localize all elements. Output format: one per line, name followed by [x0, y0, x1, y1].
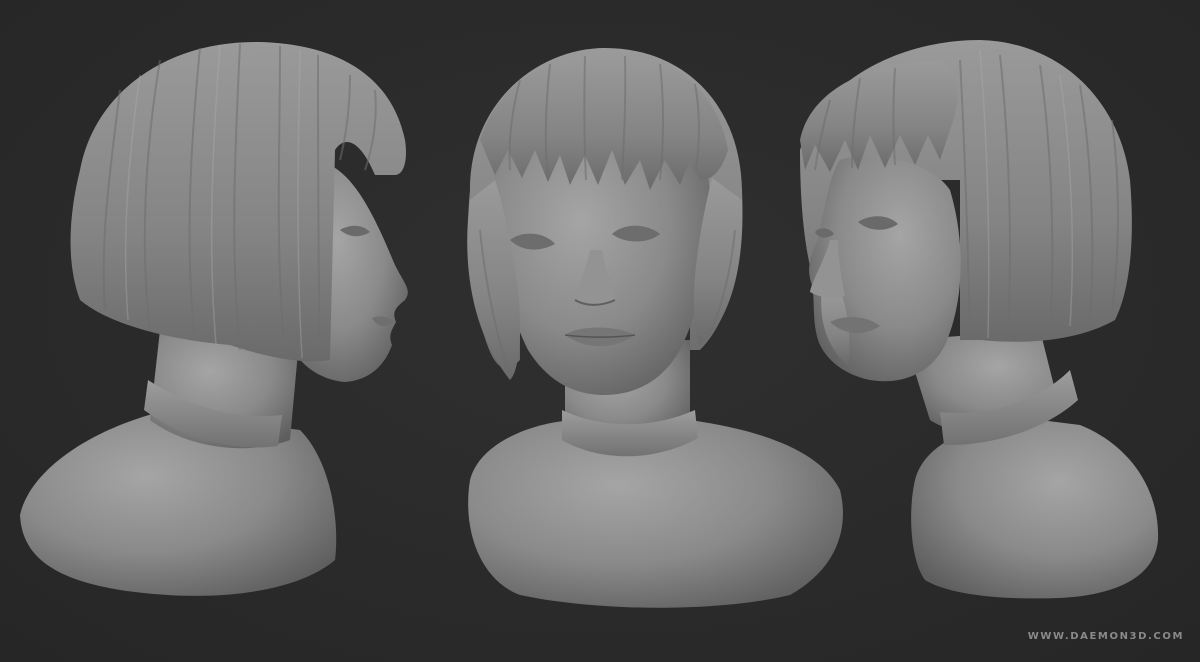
- bust-left-profile: [20, 41, 408, 596]
- bust-front: [467, 48, 843, 608]
- watermark: WWW.DAEMON3D.COM: [1027, 631, 1184, 642]
- bust-right-three-quarter: [800, 40, 1159, 599]
- sculpt-render: [20, 40, 1159, 608]
- render-canvas: WWW.DAEMON3D.COM: [0, 0, 1200, 662]
